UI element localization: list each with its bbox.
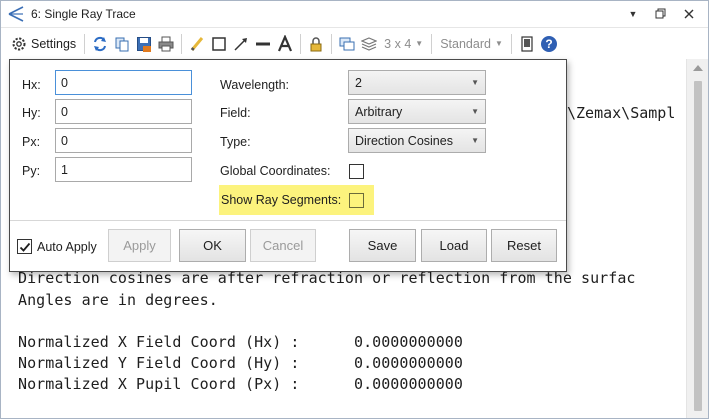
reset-settings-button[interactable]: Reset	[491, 229, 557, 262]
global-coordinates-checkbox[interactable]	[349, 164, 364, 179]
global-coordinates-label: Global Coordinates:	[220, 164, 331, 178]
lock-button[interactable]	[305, 33, 327, 55]
file-path-fragment: \Zemax\Sampl	[567, 104, 676, 122]
panel-divider	[10, 220, 566, 221]
chevron-down-icon: ▼	[494, 39, 503, 48]
field-label: Field:	[220, 106, 251, 120]
output-line: Normalized Y Field Coord (Hy) : 0.000000…	[18, 354, 463, 372]
svg-text:?: ?	[545, 37, 552, 51]
toolbar-divider	[431, 33, 433, 54]
py-label: Py:	[22, 164, 41, 178]
close-button[interactable]	[676, 3, 702, 25]
py-input[interactable]	[55, 157, 192, 182]
toolbar: Settings 3 x 4 ▼ Standard ▼ ?	[1, 29, 708, 58]
title-bar: 6: Single Ray Trace ▼	[1, 1, 708, 28]
text-icon	[278, 34, 293, 51]
auto-apply-toggle[interactable]: Auto Apply	[17, 239, 97, 254]
style-dropdown-label: Standard	[440, 36, 491, 51]
type-value: Direction Cosines	[355, 133, 453, 148]
field-select[interactable]: Arbitrary ▼	[348, 99, 486, 124]
line-icon	[256, 42, 271, 45]
scrollbar-thumb[interactable]	[694, 81, 702, 411]
wavelength-value: 2	[355, 75, 362, 90]
rectangle-button[interactable]	[208, 33, 230, 55]
cancel-button[interactable]: Cancel	[250, 229, 316, 262]
scroll-up-arrow-icon[interactable]	[693, 65, 703, 71]
output-line: Angles are in degrees.	[18, 291, 218, 309]
load-settings-button[interactable]: Load	[421, 229, 487, 262]
save-settings-button[interactable]: Save	[349, 229, 416, 262]
type-select[interactable]: Direction Cosines ▼	[348, 128, 486, 153]
apply-button[interactable]: Apply	[108, 229, 171, 262]
vertical-scrollbar[interactable]	[686, 59, 708, 418]
copy-icon	[115, 37, 129, 51]
field-value: Arbitrary	[355, 104, 403, 119]
toolbar-divider	[181, 33, 183, 54]
show-ray-segments-checkbox[interactable]	[349, 193, 364, 208]
output-line: Normalized X Pupil Coord (Px) : 0.000000…	[18, 375, 463, 393]
windows-icon	[339, 37, 355, 50]
refresh-icon	[94, 36, 107, 51]
type-label: Type:	[220, 135, 251, 149]
chevron-down-icon: ▼	[628, 9, 638, 19]
windows-button[interactable]	[336, 33, 358, 55]
wavelength-select[interactable]: 2 ▼	[348, 70, 486, 95]
settings-label: Settings	[31, 36, 77, 51]
print-icon	[158, 36, 174, 51]
arrow-button[interactable]	[230, 33, 252, 55]
hx-label: Hx:	[22, 78, 41, 92]
help-button[interactable]: ?	[538, 33, 560, 55]
hx-input[interactable]	[55, 70, 192, 95]
close-icon	[684, 9, 694, 19]
save-icon	[137, 36, 152, 52]
export-icon	[521, 35, 533, 52]
chevron-down-icon: ▼	[471, 78, 479, 87]
lock-icon	[310, 36, 322, 51]
copy-button[interactable]	[111, 33, 133, 55]
settings-panel: Hx: Hy: Px: Py: Wavelength: 2 ▼ Field: A…	[9, 59, 567, 272]
refresh-button[interactable]	[89, 33, 111, 55]
layout-dropdown[interactable]: 3 x 4 ▼	[380, 33, 427, 55]
chevron-down-icon: ▼	[471, 107, 479, 116]
ray-trace-app-icon	[5, 3, 27, 25]
settings-gear-icon	[12, 37, 26, 50]
wavelength-label: Wavelength:	[220, 78, 290, 92]
text-button[interactable]	[274, 33, 296, 55]
px-input[interactable]	[55, 128, 192, 153]
restore-button[interactable]	[648, 3, 674, 25]
export-button[interactable]	[516, 33, 538, 55]
arrow-icon	[234, 37, 248, 51]
checkmark-icon	[19, 242, 30, 252]
rectangle-icon	[212, 36, 226, 51]
show-ray-segments-label: Show Ray Segments:	[221, 193, 342, 207]
save-button[interactable]	[133, 33, 155, 55]
layers-icon	[361, 36, 378, 51]
single-ray-trace-window: 6: Single Ray Trace ▼ Settings 3 x 4 ▼ S…	[0, 0, 709, 419]
px-label: Px:	[22, 135, 41, 149]
hy-label: Hy:	[22, 106, 41, 120]
toolbar-divider	[510, 33, 512, 54]
print-button[interactable]	[155, 33, 177, 55]
ok-button[interactable]: OK	[179, 229, 246, 262]
layers-button[interactable]	[358, 33, 380, 55]
hy-input[interactable]	[55, 99, 192, 124]
toolbar-divider	[84, 33, 86, 54]
layout-dropdown-label: 3 x 4	[384, 36, 412, 51]
dropdown-menu-button[interactable]: ▼	[620, 3, 646, 25]
pencil-button[interactable]	[186, 33, 208, 55]
toolbar-divider	[300, 33, 302, 54]
chevron-down-icon: ▼	[471, 136, 479, 145]
restore-icon	[655, 8, 666, 19]
auto-apply-label: Auto Apply	[37, 239, 97, 254]
toolbar-divider	[331, 33, 333, 54]
line-button[interactable]	[252, 33, 274, 55]
pencil-icon	[190, 36, 204, 51]
output-line: Normalized X Field Coord (Hx) : 0.000000…	[18, 333, 463, 351]
auto-apply-checkbox[interactable]	[17, 239, 32, 254]
settings-button[interactable]: Settings	[7, 32, 80, 56]
window-title: 6: Single Ray Trace	[31, 7, 136, 21]
style-dropdown[interactable]: Standard ▼	[436, 33, 507, 55]
chevron-down-icon: ▼	[415, 39, 424, 48]
help-icon: ?	[540, 35, 557, 52]
